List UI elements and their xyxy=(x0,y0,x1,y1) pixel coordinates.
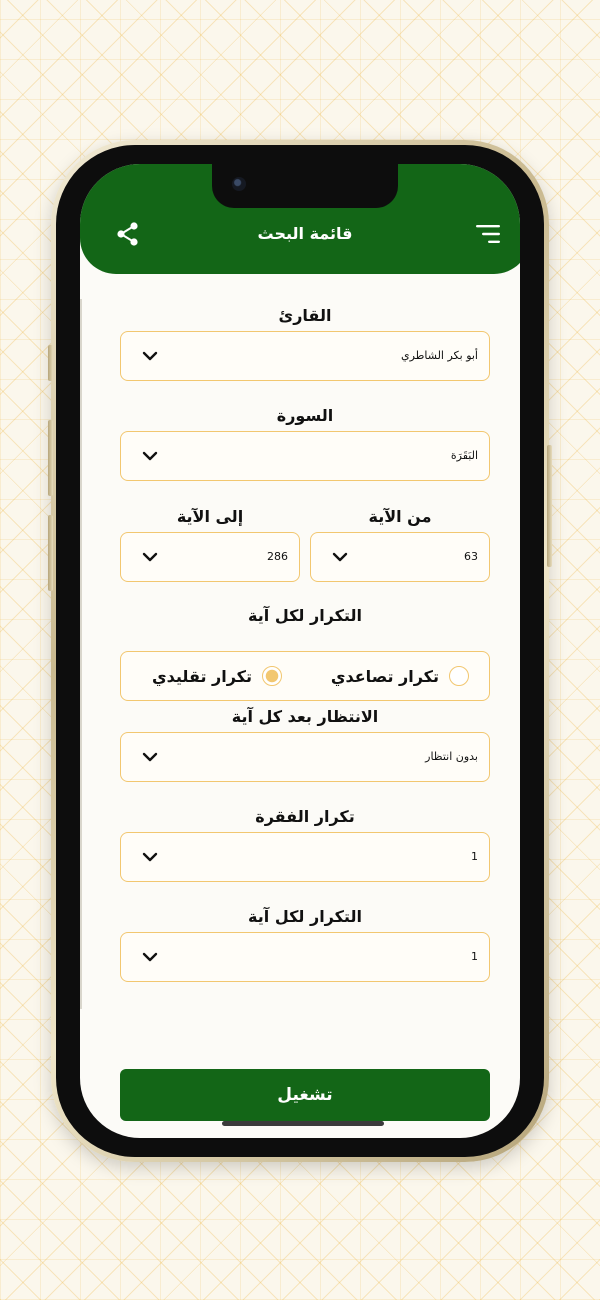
ayah-repeat-value: 1 xyxy=(471,950,478,963)
chevron-down-icon xyxy=(142,852,158,862)
camera-notch xyxy=(212,164,398,208)
app-screen: قائمة البحث القارئ أبو بكر الشاطري السور… xyxy=(80,164,520,1138)
play-button[interactable]: تشغيل xyxy=(120,1069,490,1121)
passage-repeat-value: 1 xyxy=(471,850,478,863)
radio-unchecked-icon[interactable] xyxy=(449,666,469,686)
surah-label: السورة xyxy=(276,406,334,425)
phone-bezel: قائمة البحث القارئ أبو بكر الشاطري السور… xyxy=(56,145,544,1157)
mute-switch xyxy=(48,345,53,381)
chevron-down-icon xyxy=(142,351,158,361)
ayah-repeat-select[interactable]: 1 xyxy=(120,932,490,982)
volume-down-button xyxy=(48,515,53,591)
radio-option-traditional[interactable]: تكرار تقليدي xyxy=(152,664,282,688)
surah-value: البَقَرَة xyxy=(450,449,478,462)
chevron-down-icon xyxy=(142,552,158,562)
radio-option-label: تكرار تقليدي xyxy=(151,666,252,686)
from-ayah-select[interactable]: 63 xyxy=(310,532,490,582)
menu-icon[interactable] xyxy=(474,223,502,245)
from-ayah-value: 63 xyxy=(464,550,478,563)
surah-select[interactable]: البَقَرَة xyxy=(120,431,490,481)
reciter-label: القارئ xyxy=(278,306,332,325)
passage-repeat-select[interactable]: 1 xyxy=(120,832,490,882)
wait-select[interactable]: بدون انتظار xyxy=(120,732,490,782)
reciter-select[interactable]: أبو بكر الشاطري xyxy=(120,331,490,381)
radio-option-label: تكرار تصاعدي xyxy=(330,666,439,686)
chevron-down-icon xyxy=(142,451,158,461)
chevron-down-icon xyxy=(142,952,158,962)
from-ayah-label: من الآية xyxy=(368,507,432,526)
home-indicator xyxy=(222,1121,384,1126)
to-ayah-select[interactable]: 286 xyxy=(120,532,300,582)
chevron-down-icon xyxy=(142,752,158,762)
to-ayah-label: إلى الآية xyxy=(176,507,244,526)
repeat-mode-label: التكرار لكل آية xyxy=(248,606,362,625)
ayah-repeat-label: التكرار لكل آية xyxy=(248,907,362,926)
wait-label: الانتظار بعد كل آية xyxy=(231,707,379,726)
camera-icon xyxy=(232,177,246,191)
volume-up-button xyxy=(48,420,53,496)
power-button xyxy=(547,445,552,567)
to-ayah-value: 286 xyxy=(267,550,288,563)
scroll-indicator xyxy=(80,299,82,1009)
repeat-mode-group: تكرار تصاعدي تكرار تقليدي xyxy=(120,651,490,701)
chevron-down-icon xyxy=(332,552,348,562)
radio-checked-icon[interactable] xyxy=(262,666,282,686)
radio-option-ascending[interactable]: تكرار تصاعدي xyxy=(331,664,469,688)
wait-value: بدون انتظار xyxy=(425,750,478,763)
passage-repeat-label: تكرار الفقرة xyxy=(255,807,355,826)
page-title: قائمة البحث xyxy=(257,224,353,243)
reciter-value: أبو بكر الشاطري xyxy=(400,349,478,362)
phone-frame: قائمة البحث القارئ أبو بكر الشاطري السور… xyxy=(48,140,552,1162)
